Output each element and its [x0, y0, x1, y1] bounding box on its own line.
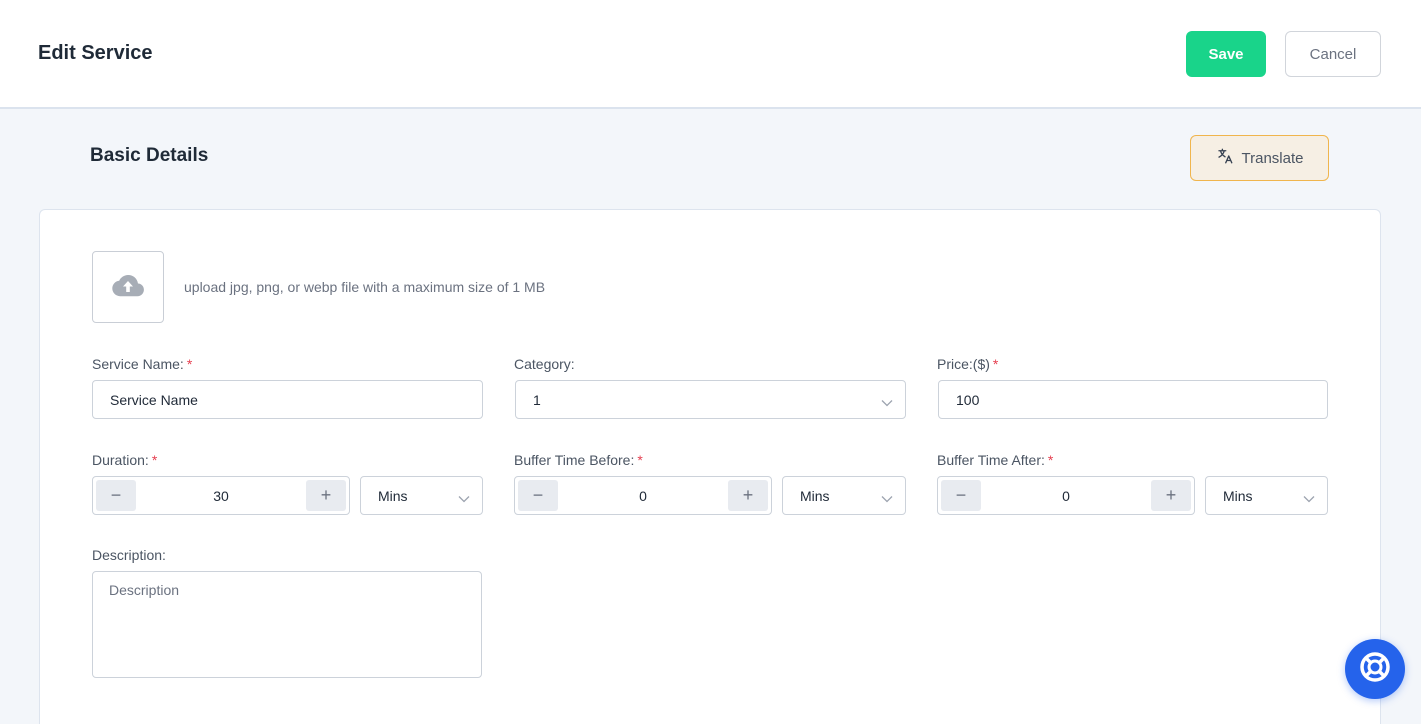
buffer-after-unit-select[interactable]: Mins: [1205, 476, 1328, 515]
required-mark: *: [186, 356, 193, 372]
duration-stepper: − 30 +: [92, 476, 350, 515]
price-input[interactable]: 100: [938, 380, 1328, 419]
buffer-before-label: Buffer Time Before: *: [514, 452, 643, 468]
buffer-after-label-text: Buffer Time After:: [937, 452, 1045, 468]
buffer-after-label: Buffer Time After: *: [937, 452, 1053, 468]
description-textarea[interactable]: Description: [92, 571, 482, 678]
cloud-upload-icon: [111, 273, 145, 302]
required-mark: *: [1047, 452, 1054, 468]
category-select[interactable]: 1: [515, 380, 906, 419]
chevron-down-icon: [881, 490, 893, 506]
buffer-before-stepper: − 0 +: [514, 476, 772, 515]
page-title: Edit Service: [38, 42, 153, 64]
duration-unit-value: Mins: [378, 487, 408, 504]
translate-icon: [1216, 147, 1234, 169]
upload-hint: upload jpg, png, or webp file with a max…: [184, 279, 546, 295]
price-label: Price:($) *: [937, 356, 998, 372]
category-value: 1: [533, 391, 541, 408]
buffer-before-label-text: Buffer Time Before:: [514, 452, 635, 468]
duration-increment-button[interactable]: +: [306, 480, 346, 511]
duration-value[interactable]: 30: [137, 477, 305, 514]
chevron-down-icon: [881, 394, 893, 410]
translate-button[interactable]: Translate: [1190, 135, 1329, 181]
top-bar: Edit Service Save Cancel: [0, 0, 1421, 109]
translate-label: Translate: [1241, 149, 1304, 167]
chevron-down-icon: [1303, 490, 1315, 506]
section-title: Basic Details: [90, 145, 209, 166]
buffer-after-decrement-button[interactable]: −: [941, 480, 981, 511]
duration-unit-select[interactable]: Mins: [360, 476, 483, 515]
buffer-after-increment-button[interactable]: +: [1151, 480, 1191, 511]
service-name-label: Service Name: *: [92, 356, 192, 372]
duration-label-text: Duration:: [92, 452, 149, 468]
buffer-after-stepper: − 0 +: [937, 476, 1195, 515]
buffer-before-increment-button[interactable]: +: [728, 480, 768, 511]
price-label-text: Price:($): [937, 356, 990, 372]
service-name-input[interactable]: Service Name: [92, 380, 483, 419]
required-mark: *: [637, 452, 643, 468]
category-label: Category:: [514, 356, 575, 372]
save-button[interactable]: Save: [1186, 31, 1266, 77]
lifebuoy-icon: [1358, 650, 1392, 689]
buffer-after-value[interactable]: 0: [982, 477, 1150, 514]
required-mark: *: [992, 356, 999, 372]
buffer-before-unit-value: Mins: [800, 487, 830, 504]
cancel-button[interactable]: Cancel: [1285, 31, 1381, 77]
buffer-before-unit-select[interactable]: Mins: [782, 476, 906, 515]
buffer-before-decrement-button[interactable]: −: [518, 480, 558, 511]
description-label: Description:: [92, 547, 166, 563]
image-upload-box[interactable]: [92, 251, 164, 323]
chevron-down-icon: [458, 490, 470, 506]
service-name-label-text: Service Name:: [92, 356, 184, 372]
duration-label: Duration: *: [92, 452, 157, 468]
duration-decrement-button[interactable]: −: [96, 480, 136, 511]
help-button[interactable]: [1345, 639, 1405, 699]
buffer-after-unit-value: Mins: [1223, 487, 1253, 504]
buffer-before-value[interactable]: 0: [559, 477, 727, 514]
required-mark: *: [151, 452, 158, 468]
